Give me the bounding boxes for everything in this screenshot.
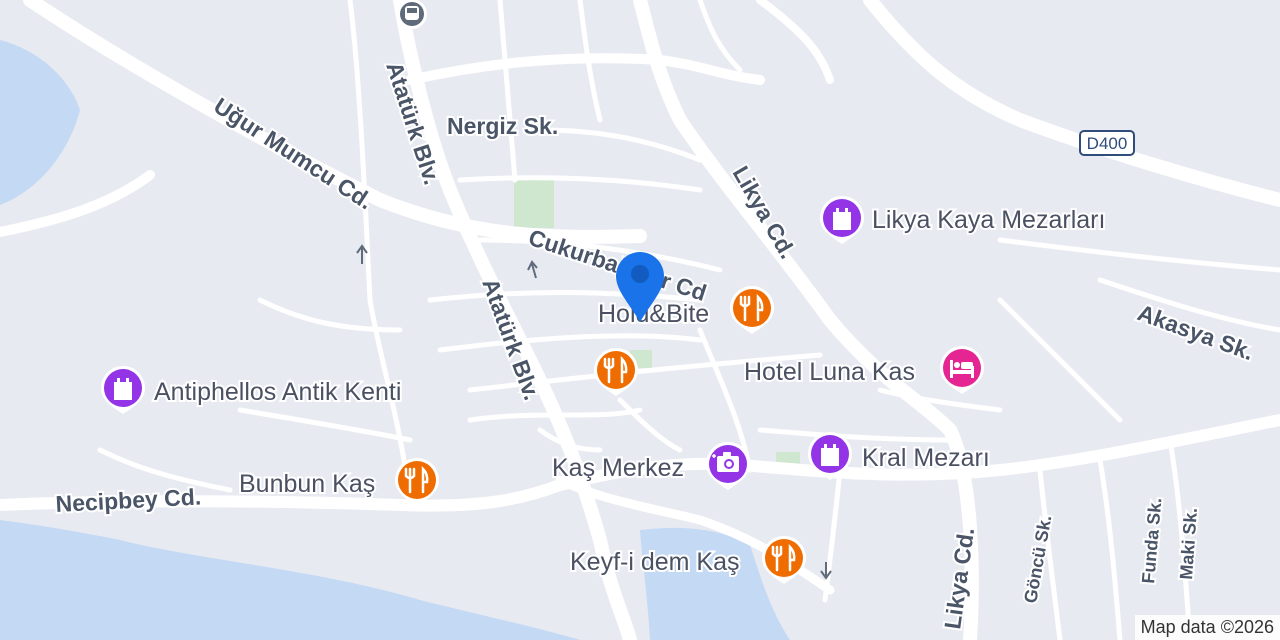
park-area	[514, 180, 554, 228]
road-shield-d400: D400	[1079, 130, 1135, 156]
poi-label: Keyf-i dem Kaş	[570, 548, 740, 576]
street-label-necipbey: Necipbey Cd.	[55, 483, 202, 517]
poi-label: Hold&Bite	[598, 300, 709, 328]
poi-label: Bunbun Kaş	[239, 470, 375, 498]
poi-label: Antiphellos Antik Kenti	[154, 378, 401, 406]
poi-label: Kral Mezarı	[862, 444, 990, 472]
street-label-funda: Funda Sk.	[1138, 497, 1165, 584]
one-way-arrow-icon	[527, 260, 538, 279]
street-label-likya-north: Likya Cd.	[728, 162, 802, 264]
water-area	[0, 40, 80, 205]
poi-restaurant[interactable]	[594, 348, 638, 396]
poi-antiphellos[interactable]: Antiphellos Antik Kenti	[101, 366, 403, 414]
svg-text:D400: D400	[1087, 134, 1128, 153]
poi-label: Kaş Merkez	[552, 454, 684, 482]
bus-stop-icon[interactable]	[397, 0, 427, 29]
water-area	[0, 520, 580, 640]
poi-label: Hotel Luna Kas	[744, 358, 915, 386]
map-attribution: Map data ©2026	[1134, 615, 1280, 640]
map[interactable]: Uğur Mumcu Cd. Atatürk Blv. Atatürk Blv.…	[0, 0, 1280, 640]
poi-label: Likya Kaya Mezarları	[872, 206, 1105, 234]
street-label-nergiz: Nergiz Sk.	[447, 113, 558, 139]
poi-likya-kaya-mezarlari[interactable]: Likya Kaya Mezarları	[820, 196, 1107, 244]
map-canvas: Uğur Mumcu Cd. Atatürk Blv. Atatürk Blv.…	[0, 0, 1280, 640]
street-label-ugur-mumcu: Uğur Mumcu Cd.	[209, 92, 377, 214]
street-label-maki: Maki Sk.	[1176, 507, 1201, 580]
